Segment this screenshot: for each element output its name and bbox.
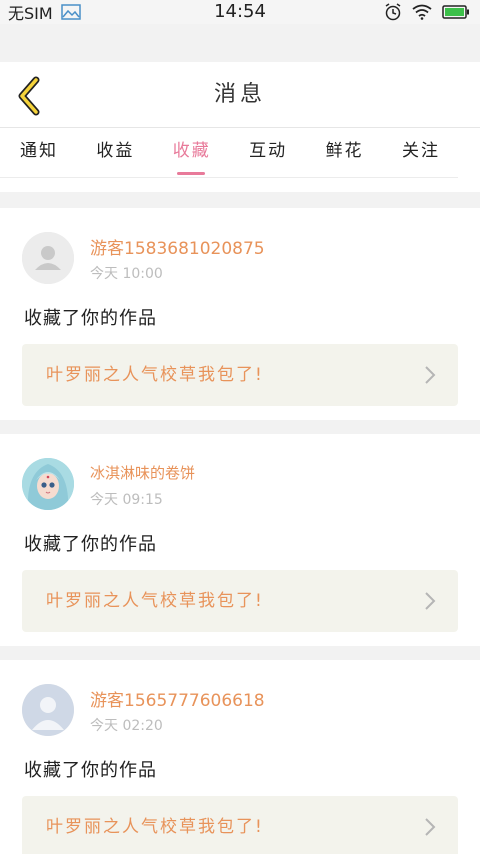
- work-title: 叶罗丽之人气校草我包了!: [46, 817, 264, 837]
- work-link[interactable]: 叶罗丽之人气校草我包了!: [22, 796, 458, 854]
- avatar[interactable]: [22, 458, 74, 510]
- username[interactable]: 游客1565777606618: [90, 686, 265, 711]
- tab-earnings[interactable]: 收益: [96, 128, 134, 177]
- default-avatar-icon: [22, 684, 74, 736]
- tab-following[interactable]: 关注: [402, 128, 440, 177]
- tab-notifications[interactable]: 通知: [20, 128, 58, 177]
- page-title: 消息: [213, 82, 266, 107]
- tab-flowers[interactable]: 鲜花: [326, 128, 364, 177]
- tab-interactions[interactable]: 互动: [249, 128, 287, 177]
- action-text: 收藏了你的作品: [24, 308, 157, 329]
- wifi-icon: [412, 4, 432, 20]
- character-avatar-icon: [22, 458, 74, 510]
- timestamp: 今天 09:15: [90, 492, 163, 508]
- username[interactable]: 游客1583681020875: [90, 234, 265, 259]
- alarm-icon: [385, 3, 401, 21]
- work-link[interactable]: 叶罗丽之人气校草我包了!: [22, 570, 458, 632]
- timestamp: 今天 02:20: [90, 718, 163, 734]
- username[interactable]: 冰淇淋味的卷饼: [90, 462, 195, 483]
- work-title: 叶罗丽之人气校草我包了!: [46, 591, 264, 611]
- battery-icon: [442, 5, 469, 19]
- work-link[interactable]: 叶罗丽之人气校草我包了!: [22, 344, 458, 406]
- header-bar: 消息: [0, 62, 480, 128]
- chevron-right-icon: [425, 592, 436, 610]
- message-card: 冰淇淋味的卷饼 今天 09:15 收藏了你的作品 叶罗丽之人气校草我包了!: [0, 434, 480, 646]
- tab-bar: 通知 收益 收藏 互动 鲜花 关注: [0, 128, 480, 192]
- message-card: 游客1583681020875 今天 10:00 收藏了你的作品 叶罗丽之人气校…: [0, 208, 480, 420]
- tab-favorites[interactable]: 收藏: [173, 128, 211, 177]
- chevron-right-icon: [425, 366, 436, 384]
- message-card: 游客1565777606618 今天 02:20 收藏了你的作品 叶罗丽之人气校…: [0, 660, 480, 854]
- action-text: 收藏了你的作品: [24, 760, 157, 781]
- avatar[interactable]: [22, 684, 74, 736]
- default-avatar-icon: [22, 232, 74, 284]
- chevron-right-icon: [425, 818, 436, 836]
- work-title: 叶罗丽之人气校草我包了!: [46, 365, 264, 385]
- action-text: 收藏了你的作品: [24, 534, 157, 555]
- avatar[interactable]: [22, 232, 74, 284]
- timestamp: 今天 10:00: [90, 266, 163, 282]
- status-bar: 无SIM 14:54: [0, 0, 480, 24]
